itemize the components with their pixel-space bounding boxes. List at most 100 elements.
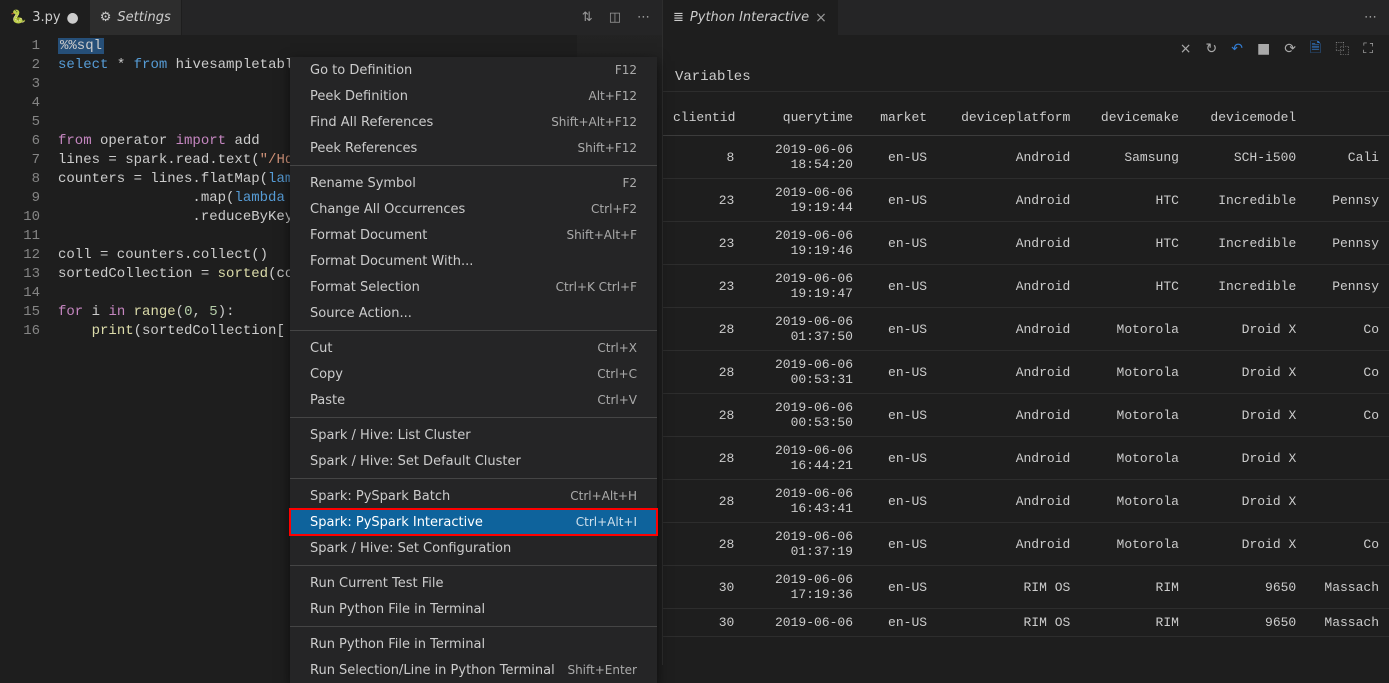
table-cell: Motorola	[1080, 523, 1189, 566]
column-header[interactable]: devicemake	[1080, 92, 1189, 136]
menu-item[interactable]: Source Action...	[290, 300, 657, 326]
menu-item[interactable]: CopyCtrl+C	[290, 361, 657, 387]
table-cell: Droid X	[1189, 308, 1306, 351]
table-row[interactable]: 302019-06-06en-USRIM OSRIM9650Massach	[663, 609, 1389, 637]
menu-item-label: Run Python File in Terminal	[310, 602, 485, 617]
menu-item[interactable]: CutCtrl+X	[290, 335, 657, 361]
table-cell: 2019-06-06 00:53:31	[754, 351, 863, 394]
menu-separator	[290, 626, 657, 627]
table-cell: RIM	[1080, 609, 1189, 637]
menu-item[interactable]: Run Python File in Terminal	[290, 596, 657, 622]
tab-python-interactive[interactable]: ≣ Python Interactive ×	[663, 0, 838, 35]
more-icon[interactable]: ⋯	[637, 10, 650, 25]
table-cell: Motorola	[1080, 437, 1189, 480]
column-header[interactable]: market	[863, 92, 937, 136]
menu-item-shortcut: Ctrl+F2	[591, 202, 637, 216]
tab-3py[interactable]: 🐍 3.py ●	[0, 0, 90, 35]
line-number: 1	[0, 37, 40, 56]
table-cell: en-US	[863, 179, 937, 222]
variables-header[interactable]: Variables	[663, 63, 1389, 92]
table-cell: 30	[663, 566, 754, 609]
table-cell: 9650	[1189, 566, 1306, 609]
save-icon[interactable]: 🗎	[1310, 37, 1321, 61]
menu-item[interactable]: Run Selection/Line in Python TerminalShi…	[290, 657, 657, 683]
menu-item[interactable]: Peek DefinitionAlt+F12	[290, 83, 657, 109]
menu-item[interactable]: Find All ReferencesShift+Alt+F12	[290, 109, 657, 135]
menu-item[interactable]: Run Python File in Terminal	[290, 631, 657, 657]
menu-item[interactable]: Spark: PySpark InteractiveCtrl+Alt+I	[290, 509, 657, 535]
menu-item[interactable]: Peek References Shift+F12	[290, 135, 657, 161]
close-icon[interactable]: ×	[815, 10, 827, 26]
table-row[interactable]: 282019-06-06 16:44:21en-USAndroidMotorol…	[663, 437, 1389, 480]
menu-item[interactable]: Format DocumentShift+Alt+F	[290, 222, 657, 248]
stop-icon[interactable]: ■	[1257, 41, 1270, 57]
table-cell: 23	[663, 222, 754, 265]
table-cell: 2019-06-06 01:37:50	[754, 308, 863, 351]
menu-item[interactable]: Format SelectionCtrl+K Ctrl+F	[290, 274, 657, 300]
menu-item-label: Run Current Test File	[310, 576, 444, 591]
expand-icon[interactable]: ⛶	[1363, 41, 1373, 57]
table-row[interactable]: 282019-06-06 01:37:19en-USAndroidMotorol…	[663, 523, 1389, 566]
code-line[interactable]: %%sql	[58, 37, 662, 56]
menu-item[interactable]: Spark: PySpark BatchCtrl+Alt+H	[290, 483, 657, 509]
column-header[interactable]: clientid	[663, 92, 754, 136]
restart-icon[interactable]: ↻	[1205, 41, 1217, 57]
table-cell: RIM OS	[937, 609, 1080, 637]
tab-settings[interactable]: ⚙ Settings	[90, 0, 182, 35]
menu-item[interactable]: Spark / Hive: List Cluster	[290, 422, 657, 448]
menu-item[interactable]: Run Current Test File	[290, 570, 657, 596]
copy-icon[interactable]: ⿻	[1335, 39, 1349, 59]
menu-item-shortcut: Ctrl+X	[597, 341, 637, 355]
menu-item[interactable]: Spark / Hive: Set Default Cluster	[290, 448, 657, 474]
table-cell: 28	[663, 480, 754, 523]
menu-item[interactable]: Rename SymbolF2	[290, 170, 657, 196]
table-row[interactable]: 282019-06-06 00:53:50en-USAndroidMotorol…	[663, 394, 1389, 437]
menu-item-label: Peek References	[310, 141, 417, 156]
column-header[interactable]	[1306, 92, 1389, 136]
table-row[interactable]: 232019-06-06 19:19:47en-USAndroidHTCIncr…	[663, 265, 1389, 308]
close-icon[interactable]: ×	[1180, 41, 1192, 57]
menu-item[interactable]: Go to DefinitionF12	[290, 57, 657, 83]
table-cell: 2019-06-06 18:54:20	[754, 136, 863, 179]
menu-item-label: Run Python File in Terminal	[310, 637, 485, 652]
menu-item[interactable]: Format Document With...	[290, 248, 657, 274]
menu-item[interactable]: Spark / Hive: Set Configuration	[290, 535, 657, 561]
line-number: 10	[0, 208, 40, 227]
table-row[interactable]: 282019-06-06 16:43:41en-USAndroidMotorol…	[663, 480, 1389, 523]
table-cell: en-US	[863, 308, 937, 351]
table-row[interactable]: 82019-06-06 18:54:20en-USAndroidSamsungS…	[663, 136, 1389, 179]
table-row[interactable]: 282019-06-06 00:53:31en-USAndroidMotorol…	[663, 351, 1389, 394]
table-cell: 28	[663, 394, 754, 437]
table-cell: en-US	[863, 394, 937, 437]
split-icon[interactable]: ◫	[609, 10, 621, 25]
table-cell: 2019-06-06 19:19:46	[754, 222, 863, 265]
table-cell: Incredible	[1189, 265, 1306, 308]
more-icon[interactable]: ⋯	[1364, 10, 1377, 25]
table-cell: Android	[937, 480, 1080, 523]
column-header[interactable]: devicemodel	[1189, 92, 1306, 136]
table-cell: Android	[937, 523, 1080, 566]
menu-item-shortcut: F12	[615, 63, 637, 77]
menu-item-shortcut: Ctrl+C	[597, 367, 637, 381]
refresh-icon[interactable]: ⟳	[1284, 41, 1296, 57]
menu-item-shortcut: Ctrl+Alt+H	[570, 489, 637, 503]
compare-icon[interactable]: ⇅	[582, 10, 593, 25]
undo-icon[interactable]: ↶	[1231, 41, 1243, 57]
column-header[interactable]: querytime	[754, 92, 863, 136]
table-row[interactable]: 232019-06-06 19:19:44en-USAndroidHTCIncr…	[663, 179, 1389, 222]
table-cell: Droid X	[1189, 523, 1306, 566]
table-cell: SCH-i500	[1189, 136, 1306, 179]
table-cell: RIM	[1080, 566, 1189, 609]
menu-item[interactable]: Change All OccurrencesCtrl+F2	[290, 196, 657, 222]
menu-item-shortcut: Shift+F12	[577, 141, 637, 155]
table-cell: Pennsy	[1306, 222, 1389, 265]
column-header[interactable]: deviceplatform	[937, 92, 1080, 136]
table-cell: Android	[937, 136, 1080, 179]
table-row[interactable]: 232019-06-06 19:19:46en-USAndroidHTCIncr…	[663, 222, 1389, 265]
menu-item[interactable]: PasteCtrl+V	[290, 387, 657, 413]
tab-actions: ⇅ ◫ ⋯	[570, 10, 662, 25]
menu-item-label: Spark: PySpark Interactive	[310, 515, 483, 530]
table-row[interactable]: 302019-06-06 17:19:36en-USRIM OSRIM9650M…	[663, 566, 1389, 609]
table-cell: Pennsy	[1306, 179, 1389, 222]
table-row[interactable]: 282019-06-06 01:37:50en-USAndroidMotorol…	[663, 308, 1389, 351]
